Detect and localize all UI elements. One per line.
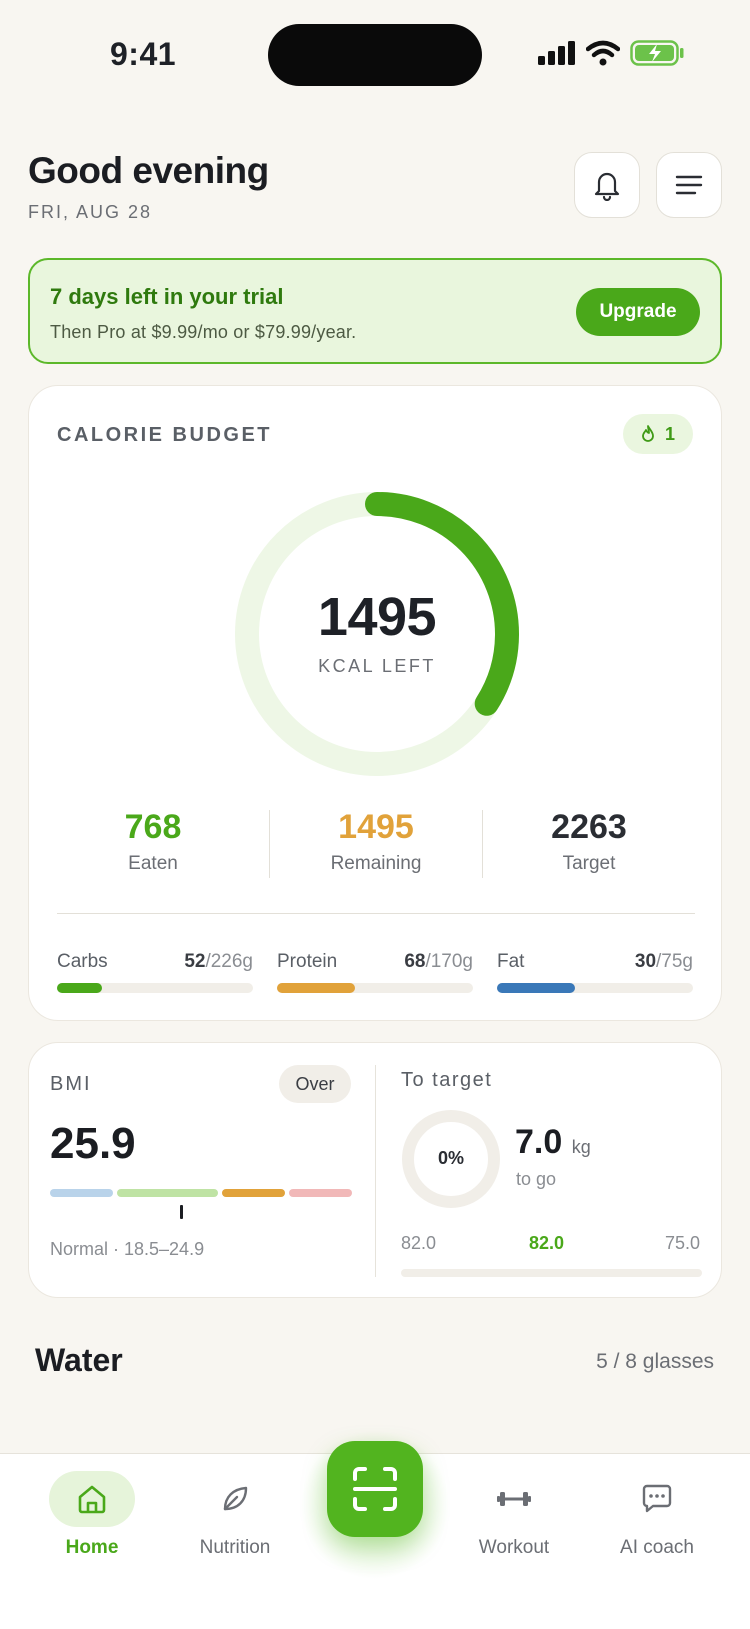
status-time: 9:41 <box>110 36 177 72</box>
greeting-title: Good evening <box>28 150 269 191</box>
tab-home-icon-wrap <box>49 1471 135 1527</box>
goal-weight: 75.0 <box>664 1233 700 1253</box>
scan-icon <box>353 1467 397 1511</box>
to-target-label: To target <box>401 1069 493 1091</box>
to-target-kg: 7.0 kg <box>515 1123 591 1161</box>
macro-fill <box>497 983 576 993</box>
trial-subtitle: Then Pro at $9.99/mo or $79.99/year. <box>50 322 357 342</box>
trial-title: 7 days left in your trial <box>50 284 284 309</box>
macro-name: Fat <box>497 951 525 972</box>
macro-fill <box>57 983 103 993</box>
weight-progress-track <box>401 1269 702 1277</box>
bmi-scale-normal <box>117 1189 218 1197</box>
macro-value: 52/226g <box>184 951 253 972</box>
bmi-scale <box>50 1189 352 1197</box>
scan-button[interactable] <box>327 1441 423 1537</box>
calorie-budget-card: CALORIE BUDGET 1 1495 KCAL LEFT 768 Eate… <box>28 385 722 1021</box>
trial-banner: 7 days left in your trial Then Pro at $9… <box>28 258 722 364</box>
upgrade-button[interactable]: Upgrade <box>576 288 700 336</box>
calorie-budget-label: CALORIE BUDGET <box>57 424 272 446</box>
eaten-stat: 768 Eaten <box>48 808 258 875</box>
macro-track <box>57 983 253 993</box>
home-icon <box>78 1485 106 1514</box>
target-value: 2263 <box>551 808 627 846</box>
tab-ai-coach-label: AI coach <box>620 1537 694 1558</box>
bmi-normal-range: Normal · 18.5–24.9 <box>50 1239 205 1259</box>
eaten-label: Eaten <box>128 853 178 874</box>
macro-track <box>497 983 693 993</box>
kcal-left-value: 1495 <box>317 587 437 647</box>
wifi-icon <box>586 40 620 66</box>
target-label: Target <box>562 853 616 874</box>
dumbbell-icon <box>497 1492 531 1506</box>
tab-ai-coach-icon-wrap <box>614 1471 700 1527</box>
macro-name: Carbs <box>57 951 108 972</box>
tab-workout-label: Workout <box>478 1537 550 1558</box>
bmi-marker <box>180 1205 183 1219</box>
water-count: 5 / 8 glasses <box>596 1350 714 1373</box>
battery-charging-icon <box>630 40 684 66</box>
macro-track <box>277 983 473 993</box>
signal-icon <box>538 41 575 65</box>
notifications-button[interactable] <box>574 152 640 218</box>
tab-home[interactable]: Home <box>22 1470 162 1600</box>
macro-name: Protein <box>277 951 338 972</box>
remaining-label: Remaining <box>330 853 422 874</box>
tab-nutrition-label: Nutrition <box>199 1537 271 1558</box>
remaining-stat: 1495 Remaining <box>271 808 481 875</box>
to-target-percent: 0% <box>437 1148 464 1168</box>
target-stat: 2263 Target <box>484 808 694 875</box>
tab-workout-icon-wrap <box>471 1471 557 1527</box>
tab-nutrition[interactable]: Nutrition <box>165 1470 305 1600</box>
date-label: FRI, AUG 28 <box>28 202 153 222</box>
bell-icon <box>594 172 620 201</box>
bmi-card[interactable]: BMI Over 25.9 Normal · 18.5–24.9 To targ… <box>28 1042 722 1298</box>
macro-value: 68/170g <box>404 951 473 972</box>
flame-icon <box>642 425 654 442</box>
card-divider <box>375 1065 376 1277</box>
bmi-scale-overweight <box>222 1189 285 1197</box>
tab-nutrition-icon-wrap <box>192 1471 278 1527</box>
streak-badge[interactable]: 1 <box>623 414 693 454</box>
current-weight: 82.0 <box>529 1233 565 1253</box>
tab-ai-coach[interactable]: AI coach <box>587 1470 727 1600</box>
chat-icon <box>642 1484 672 1513</box>
remaining-value: 1495 <box>338 808 414 846</box>
streak-count: 1 <box>664 423 675 444</box>
macro-value: 30/75g <box>634 951 693 972</box>
tab-workout[interactable]: Workout <box>444 1470 584 1600</box>
stat-divider <box>482 810 483 878</box>
kcal-left-label: KCAL LEFT <box>318 656 436 676</box>
status-bar: 9:41 <box>0 0 750 110</box>
start-weight: 82.0 <box>401 1233 437 1253</box>
bmi-scale-underweight <box>50 1189 113 1197</box>
stat-divider <box>269 810 270 878</box>
dynamic-island <box>268 24 482 86</box>
to-target-to-go: to go <box>516 1169 557 1189</box>
water-section-title: Water <box>35 1342 123 1378</box>
bmi-status-badge: Over <box>279 1065 351 1103</box>
macro-fill <box>277 983 356 993</box>
menu-button[interactable] <box>656 152 722 218</box>
card-divider <box>57 913 695 914</box>
eaten-value: 768 <box>124 808 182 846</box>
bmi-label: BMI <box>50 1073 92 1095</box>
bmi-value: 25.9 <box>50 1119 136 1168</box>
status-icons <box>538 40 684 66</box>
leaf-icon <box>223 1486 248 1511</box>
menu-icon <box>675 175 703 195</box>
bmi-scale-obese <box>289 1189 352 1197</box>
tab-home-label: Home <box>65 1537 119 1558</box>
